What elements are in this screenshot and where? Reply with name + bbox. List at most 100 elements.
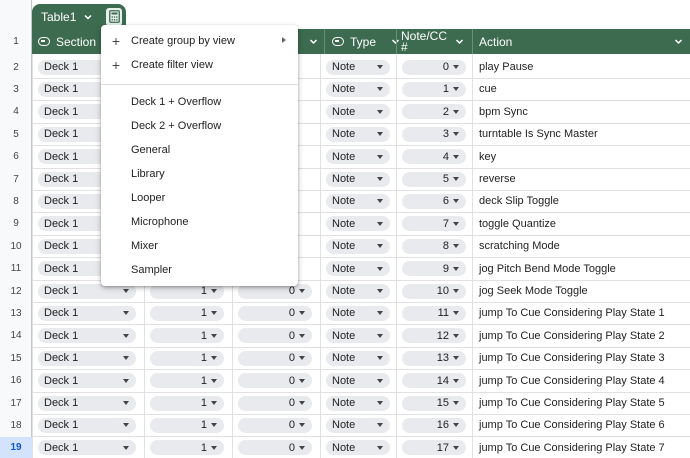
section-dropdown[interactable]: Deck 1 (38, 350, 136, 366)
type-dropdown[interactable]: Note (326, 417, 390, 433)
row-number-1[interactable]: 1 (0, 29, 32, 54)
type-dropdown[interactable]: Note (326, 350, 390, 366)
action-cell[interactable]: jump To Cue Considering Play State 6 (479, 414, 665, 436)
row-number[interactable]: 7 (0, 168, 32, 190)
number-dropdown[interactable]: 1 (150, 350, 224, 366)
section-dropdown[interactable]: Deck 1 (38, 305, 136, 321)
chevron-down-icon[interactable] (673, 36, 684, 47)
action-cell[interactable]: scratching Mode (479, 235, 560, 257)
action-cell[interactable]: cue (479, 78, 497, 100)
note-dropdown[interactable]: 2 (402, 104, 466, 120)
row-number[interactable]: 11 (0, 258, 32, 280)
row-number[interactable]: 2 (0, 56, 32, 78)
view-menu-item[interactable]: Mixer (101, 234, 298, 258)
action-cell[interactable]: jog Pitch Bend Mode Toggle (479, 258, 616, 280)
number-dropdown[interactable]: 0 (238, 417, 312, 433)
action-cell[interactable]: jump To Cue Considering Play State 2 (479, 325, 665, 347)
type-dropdown[interactable]: Note (326, 328, 390, 344)
type-column-header[interactable]: Type (332, 29, 401, 54)
number-dropdown[interactable]: 0 (238, 305, 312, 321)
type-dropdown[interactable]: Note (326, 81, 390, 97)
note-dropdown[interactable]: 4 (402, 149, 466, 165)
table-name[interactable]: Table1 (41, 10, 76, 24)
row-number[interactable]: 18 (0, 414, 32, 436)
view-menu-item[interactable]: Deck 2 + Overflow (101, 114, 298, 138)
row-number[interactable]: 10 (0, 235, 32, 257)
row-number[interactable]: 17 (0, 392, 32, 414)
view-menu-item[interactable]: Looper (101, 186, 298, 210)
section-dropdown[interactable]: Deck 1 (38, 440, 136, 456)
view-menu-item[interactable]: Library (101, 162, 298, 186)
row-number[interactable]: 19 (0, 436, 32, 458)
type-dropdown[interactable]: Note (326, 104, 390, 120)
row-number[interactable]: 12 (0, 280, 32, 302)
row-number[interactable]: 15 (0, 347, 32, 369)
row-number[interactable]: 13 (0, 302, 32, 324)
section-column-header[interactable]: Section (38, 29, 96, 54)
type-dropdown[interactable]: Note (326, 440, 390, 456)
number-dropdown[interactable]: 0 (238, 350, 312, 366)
type-dropdown[interactable]: Note (326, 193, 390, 209)
action-cell[interactable]: jog Seek Mode Toggle (479, 280, 588, 302)
note-dropdown[interactable]: 1 (402, 81, 466, 97)
type-dropdown[interactable]: Note (326, 305, 390, 321)
note-dropdown[interactable]: 11 (402, 305, 466, 321)
number-dropdown[interactable]: 0 (238, 440, 312, 456)
action-cell[interactable]: bpm Sync (479, 101, 528, 123)
note-dropdown[interactable]: 6 (402, 193, 466, 209)
action-cell[interactable]: toggle Quantize (479, 213, 556, 235)
number-dropdown[interactable]: 0 (238, 373, 312, 389)
action-cell[interactable]: jump To Cue Considering Play State 7 (479, 437, 665, 458)
type-dropdown[interactable]: Note (326, 261, 390, 277)
type-dropdown[interactable]: Note (326, 149, 390, 165)
note-dropdown[interactable]: 14 (402, 373, 466, 389)
action-cell[interactable]: jump To Cue Considering Play State 3 (479, 347, 665, 369)
note-dropdown[interactable]: 8 (402, 238, 466, 254)
number-dropdown[interactable]: 1 (150, 328, 224, 344)
note-dropdown[interactable]: 12 (402, 328, 466, 344)
note-dropdown[interactable]: 13 (402, 350, 466, 366)
number-dropdown[interactable]: 1 (150, 417, 224, 433)
row-number[interactable]: 16 (0, 370, 32, 392)
row-number[interactable]: 4 (0, 101, 32, 123)
type-dropdown[interactable]: Note (326, 126, 390, 142)
note-dropdown[interactable]: 10 (402, 283, 466, 299)
section-dropdown[interactable]: Deck 1 (38, 373, 136, 389)
note-dropdown[interactable]: 7 (402, 216, 466, 232)
number-dropdown[interactable]: 1 (150, 305, 224, 321)
action-cell[interactable]: jump To Cue Considering Play State 4 (479, 370, 665, 392)
type-dropdown[interactable]: Note (326, 216, 390, 232)
note-dropdown[interactable]: 3 (402, 126, 466, 142)
action-cell[interactable]: key (479, 146, 496, 168)
action-cell[interactable]: jump To Cue Considering Play State 1 (479, 302, 665, 324)
action-cell[interactable]: reverse (479, 168, 516, 190)
calculator-icon[interactable] (106, 7, 123, 26)
action-cell[interactable]: play Pause (479, 56, 533, 78)
row-number[interactable]: 5 (0, 123, 32, 145)
type-dropdown[interactable]: Note (326, 373, 390, 389)
chevron-down-icon[interactable] (82, 11, 94, 23)
create-group-by-view-item[interactable]: + Create group by view (101, 29, 298, 53)
action-cell[interactable]: jump To Cue Considering Play State 5 (479, 392, 665, 414)
type-dropdown[interactable]: Note (326, 395, 390, 411)
type-dropdown[interactable]: Note (326, 283, 390, 299)
number-dropdown[interactable]: 1 (150, 440, 224, 456)
type-dropdown[interactable]: Note (326, 59, 390, 75)
create-filter-view-item[interactable]: + Create filter view (101, 53, 298, 77)
row-number[interactable]: 14 (0, 325, 32, 347)
number-dropdown[interactable]: 1 (150, 373, 224, 389)
action-cell[interactable]: turntable Is Sync Master (479, 123, 598, 145)
note-dropdown[interactable]: 16 (402, 417, 466, 433)
row-number[interactable]: 3 (0, 78, 32, 100)
type-dropdown[interactable]: Note (326, 238, 390, 254)
action-column-header[interactable]: Action (479, 29, 512, 54)
view-menu-item[interactable]: General (101, 138, 298, 162)
note-dropdown[interactable]: 5 (402, 171, 466, 187)
view-menu-item[interactable]: Sampler (101, 258, 298, 282)
view-menu-item[interactable]: Deck 1 + Overflow (101, 90, 298, 114)
number-dropdown[interactable]: 1 (150, 395, 224, 411)
number-dropdown[interactable]: 0 (238, 395, 312, 411)
note-dropdown[interactable]: 15 (402, 395, 466, 411)
action-cell[interactable]: deck Slip Toggle (479, 190, 559, 212)
section-dropdown[interactable]: Deck 1 (38, 328, 136, 344)
